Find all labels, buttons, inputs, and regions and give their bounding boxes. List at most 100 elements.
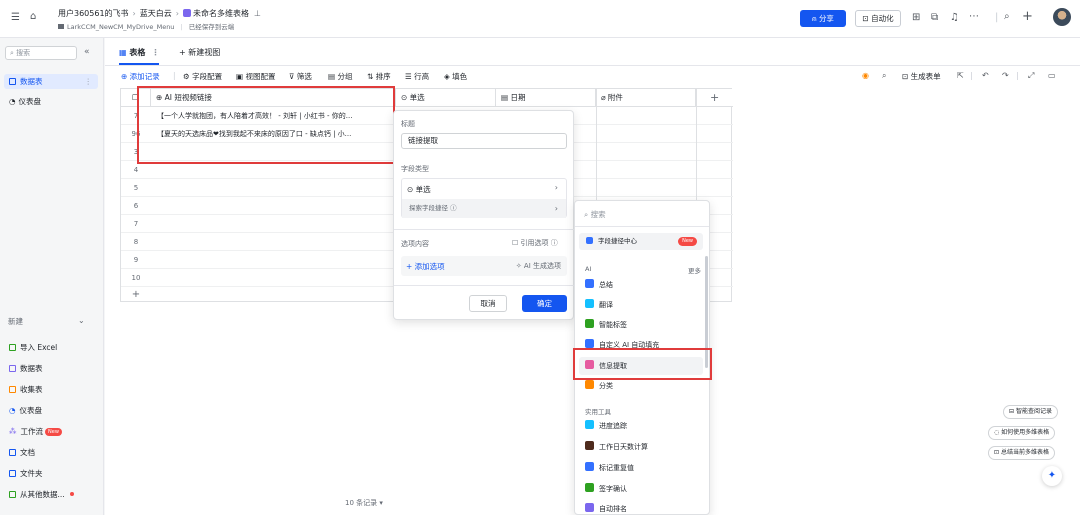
new-import-excel[interactable]: 导入 Excel bbox=[4, 340, 98, 355]
how-to-button[interactable]: ◌ 如何使用多维表格 bbox=[988, 426, 1056, 440]
record-count[interactable]: 10 条记录 ▾ bbox=[345, 498, 383, 508]
summary-button[interactable]: ⊡ 总结当前多维表格 bbox=[988, 446, 1055, 460]
sidebar-item-datatable[interactable]: 数据表 ⋮ bbox=[4, 74, 98, 89]
share-button[interactable]: ⍝ 分享 bbox=[800, 10, 846, 27]
ai-generate-options-button[interactable]: ✧ AI 生成选项 bbox=[516, 261, 561, 271]
add-option-button[interactable]: + 添加选项 bbox=[406, 261, 445, 272]
ai-item-custom-autofill[interactable]: 自定义 AI 自动填充 bbox=[579, 336, 703, 354]
new-from-other-source[interactable]: 从其他数据... bbox=[4, 487, 98, 502]
more-link[interactable]: 更多 bbox=[688, 265, 701, 275]
new-workflow[interactable]: ⁂ 工作流 New bbox=[4, 424, 98, 439]
chevron-down-icon[interactable]: ⌄ bbox=[78, 316, 85, 325]
new-dashboard[interactable]: ◔ 仪表盘 bbox=[4, 403, 98, 418]
field-type-dropdown[interactable]: ⊙ 单选 bbox=[407, 184, 431, 195]
dropdown-scrollbar[interactable] bbox=[705, 256, 708, 368]
ai-item-info-extract[interactable]: 信息提取 bbox=[579, 357, 703, 375]
divider: | bbox=[995, 12, 999, 23]
chevron-right-icon: › bbox=[554, 204, 558, 213]
sidebar-item-dashboard[interactable]: ◔ 仪表盘 bbox=[4, 94, 98, 109]
ai-item-summary[interactable]: 总结 bbox=[579, 276, 703, 294]
bell-icon[interactable]: ♫ bbox=[950, 12, 959, 23]
field-config-button[interactable]: ⚙ 字段配置 bbox=[183, 71, 222, 82]
ai-item-classify[interactable]: 分类 bbox=[579, 377, 703, 395]
helper-label: 总结当前多维表格 bbox=[1000, 449, 1049, 456]
tool-item-ranking[interactable]: 自动排名 bbox=[579, 500, 703, 514]
document-icon bbox=[9, 449, 16, 456]
ai-icon[interactable]: ◉ bbox=[862, 71, 869, 80]
tab-grid-view[interactable]: ▦ 表格 ⋮ bbox=[119, 47, 160, 65]
select-all-checkbox[interactable]: ☐ bbox=[121, 89, 151, 107]
redo-icon[interactable]: ↷ bbox=[1002, 71, 1009, 80]
menu-icon[interactable]: ☰ bbox=[11, 12, 20, 23]
field-type-value: 单选 bbox=[415, 185, 431, 194]
template-icon[interactable]: ⊞ bbox=[912, 12, 920, 23]
ai-item-translate[interactable]: 翻译 bbox=[579, 296, 703, 314]
smart-record-button[interactable]: ⊟ 智能查阅记录 bbox=[1003, 405, 1058, 419]
new-document[interactable]: 文档 bbox=[4, 445, 98, 460]
ai-item-smart-tag[interactable]: 智能标签 bbox=[579, 316, 703, 334]
search-icon[interactable]: ⌕ bbox=[882, 71, 886, 81]
tool-item-signature[interactable]: 签字确认 bbox=[579, 480, 703, 498]
row-height-icon: ☰ bbox=[405, 72, 415, 81]
new-datatable[interactable]: 数据表 bbox=[4, 361, 98, 376]
row-number: 5 bbox=[133, 184, 139, 192]
sidebar: ⌕ 搜索 « 数据表 ⋮ ◔ 仪表盘 新建 ⌄ 导入 Excel 数据表 收集表 … bbox=[0, 38, 104, 515]
breadcrumb-space[interactable]: 蓝天白云 bbox=[140, 9, 172, 18]
column-header-single-select[interactable]: ⊙ 单选 bbox=[396, 89, 496, 107]
add-icon[interactable]: + bbox=[1022, 9, 1033, 24]
confirm-button[interactable]: 确定 bbox=[522, 295, 567, 312]
more-icon[interactable]: ⋯ bbox=[969, 11, 979, 22]
table-cell[interactable]: 【夏天的天选床品❤找到我起不来床的原因了口 - 缺点钙 | 小... bbox=[151, 125, 396, 143]
column-header-ai-link[interactable]: ⊕ AI 短视频链接 bbox=[151, 89, 396, 107]
more-vertical-icon[interactable]: ⋮ bbox=[85, 74, 93, 89]
undo-icon[interactable]: ↶ bbox=[982, 71, 989, 80]
sort-button[interactable]: ⇅ 排序 bbox=[367, 71, 391, 82]
plugin-icon[interactable]: ⧉ bbox=[931, 12, 938, 23]
doc-title[interactable]: 未命名多维表格 bbox=[193, 9, 249, 18]
add-record-button[interactable]: ⊕ 添加记录 bbox=[121, 71, 160, 82]
field-type-label: 字段类型 bbox=[401, 165, 429, 173]
comment-icon[interactable]: ▭ bbox=[1048, 71, 1056, 80]
collapse-icon[interactable]: « bbox=[84, 47, 90, 57]
table-cell[interactable]: 【一个人学就抱团，有人陪着才高效！ - 刘轩 | 小红书 - 你的... bbox=[151, 107, 396, 125]
row-height-button[interactable]: ☰ 行高 bbox=[405, 71, 429, 82]
share-view-icon[interactable]: ⇱ bbox=[957, 71, 964, 80]
avatar[interactable] bbox=[1053, 8, 1071, 26]
tool-item-progress[interactable]: 进度追踪 bbox=[579, 417, 703, 435]
plus-circle-icon: ⊕ bbox=[121, 72, 130, 81]
chevron-right-icon[interactable]: › bbox=[555, 183, 558, 192]
tool-item-duplicates[interactable]: 标记重复值 bbox=[579, 459, 703, 477]
fill-color-button[interactable]: ◈ 填色 bbox=[444, 71, 467, 82]
search-icon[interactable]: ⌕ bbox=[1004, 11, 1010, 22]
automation-button[interactable]: ⊡ 自动化 bbox=[855, 10, 901, 27]
tool-item-workdays[interactable]: 工作日天数计算 bbox=[579, 438, 703, 456]
generate-form-button[interactable]: ⊡ 生成表单 bbox=[902, 71, 941, 82]
expand-icon[interactable]: ⤢ bbox=[1028, 71, 1034, 81]
add-column-button[interactable]: + bbox=[696, 89, 733, 107]
filter-button[interactable]: ⊽ 筛选 bbox=[289, 71, 312, 82]
ref-options-checkbox[interactable]: ☐ 引用选项 ⓘ bbox=[512, 238, 558, 248]
folder-path[interactable]: LarkCCM_NewCM_MyDrive_Menu bbox=[67, 23, 174, 31]
new-form[interactable]: 收集表 bbox=[4, 382, 98, 397]
explore-shortcuts-row[interactable]: 探索字段捷径 ⓘ › bbox=[402, 199, 566, 218]
view-config-button[interactable]: ▣ 视图配置 bbox=[236, 71, 275, 82]
cancel-button[interactable]: 取消 bbox=[469, 295, 507, 312]
divider: | bbox=[173, 71, 176, 80]
home-icon[interactable]: ⌂ bbox=[30, 11, 36, 22]
pin-icon[interactable]: ⊥ bbox=[254, 9, 261, 18]
field-title-input[interactable]: 链接提取 bbox=[401, 133, 567, 149]
group-button[interactable]: ▤ 分组 bbox=[328, 71, 352, 82]
form-icon bbox=[9, 386, 16, 393]
column-header-date[interactable]: ▤ 日期 bbox=[496, 89, 596, 107]
shortcut-center-item[interactable]: 字段捷径中心 New bbox=[579, 233, 703, 250]
more-vertical-icon[interactable]: ⋮ bbox=[151, 48, 159, 57]
add-view-button[interactable]: + 新建视图 bbox=[179, 47, 220, 58]
record-count-label: 10 条记录 bbox=[345, 499, 378, 507]
column-header-attachment[interactable]: ⌀ 附件 bbox=[596, 89, 696, 107]
sidebar-search-input[interactable]: ⌕ 搜索 bbox=[5, 46, 77, 60]
breadcrumb-owner[interactable]: 用户360561的飞书 bbox=[58, 9, 129, 18]
new-folder[interactable]: 文件夹 bbox=[4, 466, 98, 481]
ai-generate-label: AI 生成选项 bbox=[523, 262, 561, 270]
ai-assistant-button[interactable]: ✦ bbox=[1042, 466, 1062, 486]
dropdown-search-input[interactable]: ⌕ 搜索 bbox=[581, 207, 705, 222]
